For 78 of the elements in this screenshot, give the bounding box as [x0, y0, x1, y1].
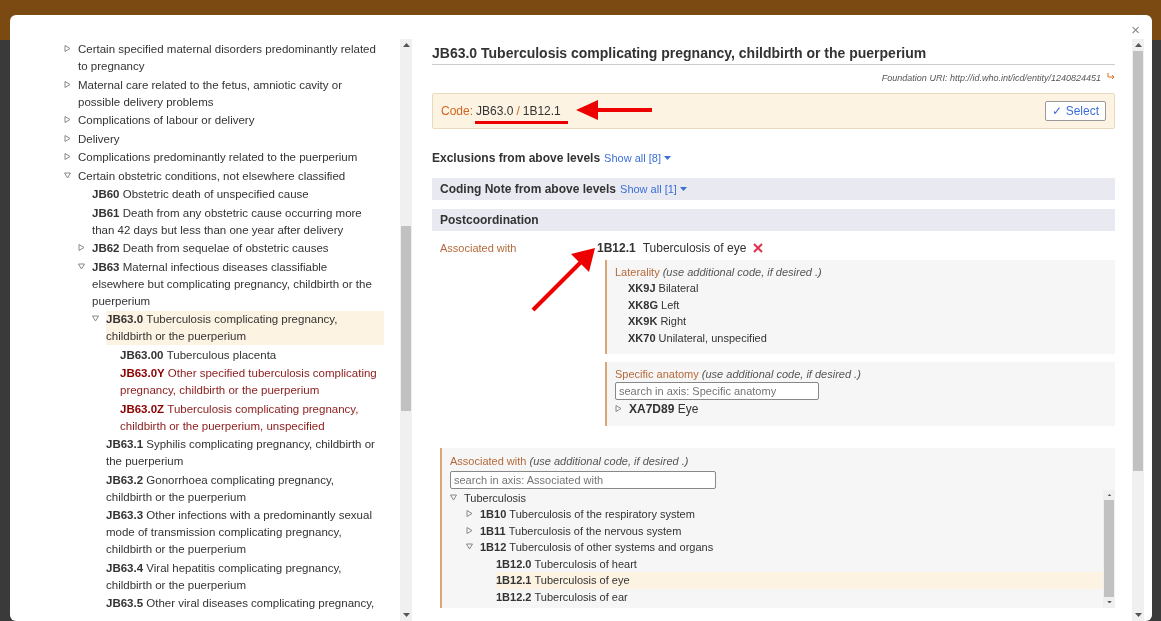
tree-item[interactable]: JB63.5 Other viral diseases complicating pregnancy, — [106, 595, 384, 612]
tree-item[interactable]: Complications predominantly related to the puerperium — [78, 149, 384, 166]
tree-item[interactable]: JB63.3 Other infections with a predominantly sexual mode of transmission complicating pregnancy, childbirth or the puerperium — [106, 507, 384, 558]
tree-item[interactable]: Certain obstetric conditions, not elsewhere classified — [78, 167, 384, 185]
show-all-link[interactable]: Show all [8] — [604, 152, 671, 164]
collapse-icon[interactable] — [64, 171, 71, 179]
scroll-up-icon[interactable] — [1105, 493, 1113, 497]
tree-item[interactable]: Certain specified maternal disorders predominantly related to pregnancy — [78, 41, 384, 75]
tree-item[interactable]: 1B12.1 Tuberculosis of eye — [496, 572, 1103, 589]
tree-item[interactable]: JB63.0 Tuberculosis complicating pregnancy, childbirth or the puerperium — [106, 311, 384, 345]
tree-item[interactable]: Complications of labour or delivery — [78, 112, 384, 129]
axis-option[interactable]: XK8G Left — [615, 296, 1107, 313]
close-icon[interactable] — [753, 243, 764, 253]
scrollbar[interactable] — [400, 39, 412, 621]
tree-item[interactable]: Delivery — [78, 130, 384, 148]
axis-option[interactable]: XK9J Bilateral — [615, 280, 1107, 297]
field-label: Associated with — [440, 242, 517, 254]
scroll-up-icon[interactable] — [402, 43, 410, 47]
scrollbar[interactable] — [1132, 39, 1144, 621]
expand-icon[interactable] — [64, 153, 71, 160]
scroll-down-icon[interactable] — [1134, 613, 1142, 617]
tree-item[interactable]: 1B12.2 Tuberculosis of ear — [496, 588, 1103, 605]
collapse-icon[interactable] — [466, 543, 473, 550]
tree-item[interactable]: JB62 Death from sequelae of obstetric causes — [92, 240, 384, 257]
tree-item[interactable]: JB63.00 Tuberculous placenta — [120, 346, 384, 364]
axis-option[interactable]: XK70 Unilateral, unspecified — [615, 329, 1107, 346]
expand-icon[interactable] — [64, 134, 71, 142]
collapse-icon[interactable] — [78, 262, 85, 270]
close-button[interactable]: × — [1127, 21, 1144, 38]
axis-label: Laterality (use additional code, if desired .) — [615, 266, 823, 278]
tree-item[interactable]: JB63.0Z Tuberculosis complicating pregnancy, childbirth or the puerperium, unspecified — [120, 400, 384, 435]
scroll-up-icon[interactable] — [1134, 43, 1142, 47]
tree-item[interactable]: JB61 Death from any obstetric cause occurring more than 42 days but less than one year after delivery — [92, 204, 384, 239]
expand-icon[interactable] — [64, 45, 71, 52]
caret-icon[interactable] — [663, 156, 671, 160]
code-label: 1B12.1 — [597, 240, 636, 256]
tree-item[interactable]: XA7D89 Eye — [629, 401, 1107, 418]
expand-icon[interactable] — [466, 510, 473, 517]
link-icon[interactable] — [1107, 73, 1115, 80]
tree-item[interactable]: 1B10 Tuberculosis of the respiratory system — [480, 506, 1103, 523]
tree-item[interactable]: Maternal care related to the fetus, amniotic cavity or possible delivery problems — [78, 76, 384, 111]
collapse-icon[interactable] — [92, 315, 99, 322]
caret-icon[interactable] — [679, 187, 687, 191]
entity-title: JB63.0 Tuberculosis complicating pregnancy, childbirth or the puerperium — [432, 41, 1115, 65]
foundation-uri: Foundation URI: http://id.who.int/icd/entity/1240824451 — [881, 73, 1101, 83]
tree-item[interactable]: JB63.0Y Other specified tuberculosis complicating pregnancy, childbirth or the puerperium — [120, 365, 384, 399]
expand-icon[interactable] — [64, 80, 71, 88]
search-field[interactable]: search in axis: Specific anatomy — [615, 382, 819, 400]
tree-item[interactable]: JB63 Maternal infectious diseases classifiable elsewhere but complicating pregnancy, childbirth or the puerperium — [92, 258, 384, 310]
code-title: Tuberculosis of eye — [642, 240, 747, 256]
annotation-arrow-icon — [576, 100, 652, 120]
tree-item[interactable]: 1B11 Tuberculosis of the nervous system — [480, 522, 1103, 539]
section-title: Exclusions from above levels — [432, 151, 601, 165]
axis-option[interactable]: XK9K Right — [615, 313, 1107, 330]
tree-item[interactable]: 1B12 Tuberculosis of other systems and organs — [480, 539, 1103, 556]
annotation-arrow-icon — [531, 246, 597, 312]
expand-icon[interactable] — [615, 405, 622, 412]
search-field[interactable]: search in axis: Associated with — [450, 470, 716, 489]
scroll-down-icon[interactable] — [402, 613, 410, 617]
scrollbar[interactable] — [1103, 489, 1115, 608]
expand-icon[interactable] — [78, 244, 85, 251]
code-text: Code: JB63.0 / 1B12.1 — [441, 104, 561, 118]
select-button[interactable]: ✓ Select — [1045, 101, 1106, 121]
expand-icon[interactable] — [64, 116, 71, 123]
section-title: Postcoordination — [440, 213, 539, 227]
show-all-link[interactable]: Show all [1] — [620, 183, 687, 195]
axis-label: Specific anatomy (use additional code, if desired .) — [615, 368, 862, 380]
axis-label: Associated with (use additional code, if desired .) — [450, 454, 690, 467]
tree-item[interactable]: 1B12.0 Tuberculosis of heart — [496, 555, 1103, 572]
expand-icon[interactable] — [466, 526, 473, 534]
tree-item[interactable]: JB63.4 Viral hepatitis complicating pregnancy, childbirth or the puerperium — [106, 559, 384, 594]
tree-item[interactable]: JB63.2 Gonorrhoea complicating pregnancy, childbirth or the puerperium — [106, 471, 384, 506]
tree-item[interactable]: Tuberculosis — [464, 489, 1103, 506]
scroll-down-icon[interactable] — [1105, 600, 1113, 604]
tree-item[interactable]: JB63.1 Syphilis complicating pregnancy, childbirth or the puerperium — [106, 436, 384, 470]
tree-item[interactable]: JB60 Obstetric death of unspecified cause — [92, 186, 384, 203]
section-title: Coding Note from above levels — [440, 182, 617, 196]
collapse-icon[interactable] — [450, 493, 457, 501]
